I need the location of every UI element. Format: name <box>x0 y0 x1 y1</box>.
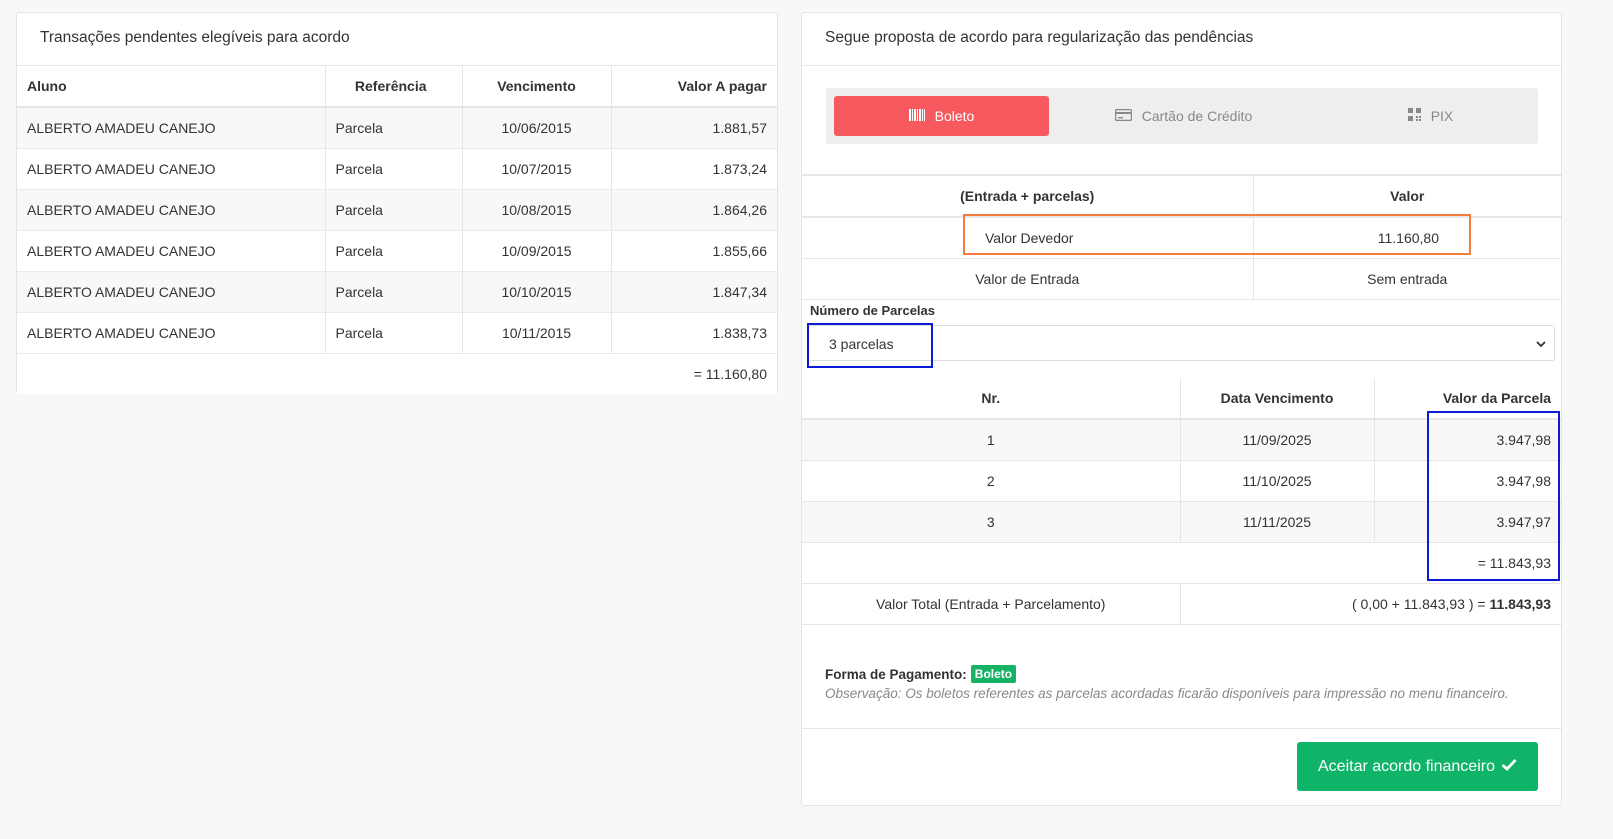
cell-data-vencimento: 11/09/2025 <box>1180 419 1375 461</box>
status-badge: Boleto <box>970 665 1017 683</box>
accept-agreement-button[interactable]: Aceitar acordo financeiro <box>1297 742 1538 791</box>
forma-pagamento: Forma de Pagamento: Boleto <box>825 665 1017 683</box>
valor-total-expression: ( 0,00 + 11.843,93 ) = <box>1351 595 1490 612</box>
cell-vencimento: 10/08/2015 <box>462 189 612 231</box>
check-icon <box>1501 758 1517 776</box>
table-row: ALBERTO AMADEU CANEJO Parcela 10/07/2015… <box>17 148 777 190</box>
cell-aluno: ALBERTO AMADEU CANEJO <box>17 271 326 313</box>
cell-referencia: Parcela <box>325 148 463 190</box>
qr-code-icon <box>1407 108 1421 124</box>
cell-aluno: ALBERTO AMADEU CANEJO <box>17 107 326 149</box>
table-row: ALBERTO AMADEU CANEJO Parcela 10/10/2015… <box>17 271 777 313</box>
cell-referencia: Parcela <box>325 230 463 272</box>
column-header-aluno: Aluno <box>17 66 326 108</box>
tab-boleto[interactable]: Boleto <box>834 96 1049 136</box>
cell-nr: 2 <box>802 460 1181 502</box>
column-header-referencia: Referência <box>325 66 463 108</box>
cell-valor: 1.864,26 <box>611 189 777 231</box>
agreement-proposal-card: Segue proposta de acordo para regulariza… <box>801 12 1562 806</box>
table-row: ALBERTO AMADEU CANEJO Parcela 10/06/2015… <box>17 107 777 149</box>
cell-valor: 1.838,73 <box>611 312 777 354</box>
column-header-nr: Nr. <box>802 378 1181 420</box>
highlight-installment-values <box>1427 411 1560 581</box>
empty-cell <box>802 542 1374 584</box>
column-header-valor: Valor <box>1253 176 1561 218</box>
cell-vencimento: 10/06/2015 <box>462 107 612 149</box>
cell-vencimento: 10/07/2015 <box>462 148 612 190</box>
table-total-row: = 11.160,80 <box>17 353 777 394</box>
cell-valor: 1.873,24 <box>611 148 777 190</box>
tab-pix[interactable]: PIX <box>1323 96 1538 136</box>
cell-data-vencimento: 11/11/2025 <box>1180 501 1375 543</box>
pending-total: = 11.160,80 <box>17 353 777 394</box>
column-header-vencimento: Vencimento <box>462 66 612 108</box>
cell-valor: 1.847,34 <box>611 271 777 313</box>
tab-cartao-label: Cartão de Crédito <box>1141 108 1253 124</box>
credit-card-icon <box>1114 108 1132 124</box>
cell-valor: 1.855,66 <box>611 230 777 272</box>
chevron-down-icon <box>1536 336 1546 352</box>
highlight-parcelas-select <box>807 323 933 368</box>
cell-vencimento: 10/09/2015 <box>462 230 612 272</box>
cell-aluno: ALBERTO AMADEU CANEJO <box>17 230 326 272</box>
tab-pix-label: PIX <box>1430 108 1454 124</box>
observacao-text: Observação: Os boletos referentes as par… <box>825 686 1509 701</box>
installments-total-row: Valor Total (Entrada + Parcelamento) ( 0… <box>802 583 1561 625</box>
valor-entrada-label: Valor de Entrada <box>802 258 1254 300</box>
valor-entrada-value: Sem entrada <box>1253 258 1561 300</box>
payment-method-tabs: Boleto Cartão de Crédito PIX <box>826 88 1538 144</box>
valor-total-value: 11.843,93 <box>1489 595 1551 612</box>
pending-transactions-title: Transações pendentes elegíveis para acor… <box>17 13 777 66</box>
cell-referencia: Parcela <box>325 107 463 149</box>
table-row: Valor de Entrada Sem entrada <box>802 258 1561 300</box>
cell-nr: 1 <box>802 419 1181 461</box>
accept-agreement-label: Aceitar acordo financeiro <box>1318 757 1495 775</box>
agreement-proposal-title: Segue proposta de acordo para regulariza… <box>802 13 1561 66</box>
tab-boleto-label: Boleto <box>934 108 975 124</box>
cell-vencimento: 10/10/2015 <box>462 271 612 313</box>
cell-referencia: Parcela <box>325 312 463 354</box>
valor-total-label: Valor Total (Entrada + Parcelamento) <box>802 583 1181 625</box>
pending-transactions-card: Transações pendentes elegíveis para acor… <box>16 12 778 394</box>
barcode-icon <box>908 108 925 124</box>
table-row: ALBERTO AMADEU CANEJO Parcela 10/08/2015… <box>17 189 777 231</box>
table-row: ALBERTO AMADEU CANEJO Parcela 10/09/2015… <box>17 230 777 272</box>
cell-aluno: ALBERTO AMADEU CANEJO <box>17 312 326 354</box>
pending-transactions-table: Aluno Referência Vencimento Valor A paga… <box>17 66 777 394</box>
numero-parcelas-label: Número de Parcelas <box>810 303 936 318</box>
column-header-valor: Valor A pagar <box>611 66 777 108</box>
column-header-entrada-parcelas: (Entrada + parcelas) <box>802 176 1254 218</box>
cell-aluno: ALBERTO AMADEU CANEJO <box>17 189 326 231</box>
tab-cartao-de-credito[interactable]: Cartão de Crédito <box>1076 96 1291 136</box>
valor-total-cell: ( 0,00 + 11.843,93 ) = 11.843,93 <box>1180 583 1561 625</box>
cell-vencimento: 10/11/2015 <box>462 312 612 354</box>
highlight-valor-devedor <box>963 214 1471 255</box>
divider <box>802 728 1561 729</box>
column-header-data-vencimento: Data Vencimento <box>1180 378 1375 420</box>
table-row: ALBERTO AMADEU CANEJO Parcela 10/11/2015… <box>17 312 777 354</box>
cell-valor: 1.881,57 <box>611 107 777 149</box>
forma-pagamento-label: Forma de Pagamento: <box>825 666 967 682</box>
cell-referencia: Parcela <box>325 189 463 231</box>
cell-nr: 3 <box>802 501 1181 543</box>
cell-aluno: ALBERTO AMADEU CANEJO <box>17 148 326 190</box>
cell-referencia: Parcela <box>325 271 463 313</box>
cell-data-vencimento: 11/10/2025 <box>1180 460 1375 502</box>
